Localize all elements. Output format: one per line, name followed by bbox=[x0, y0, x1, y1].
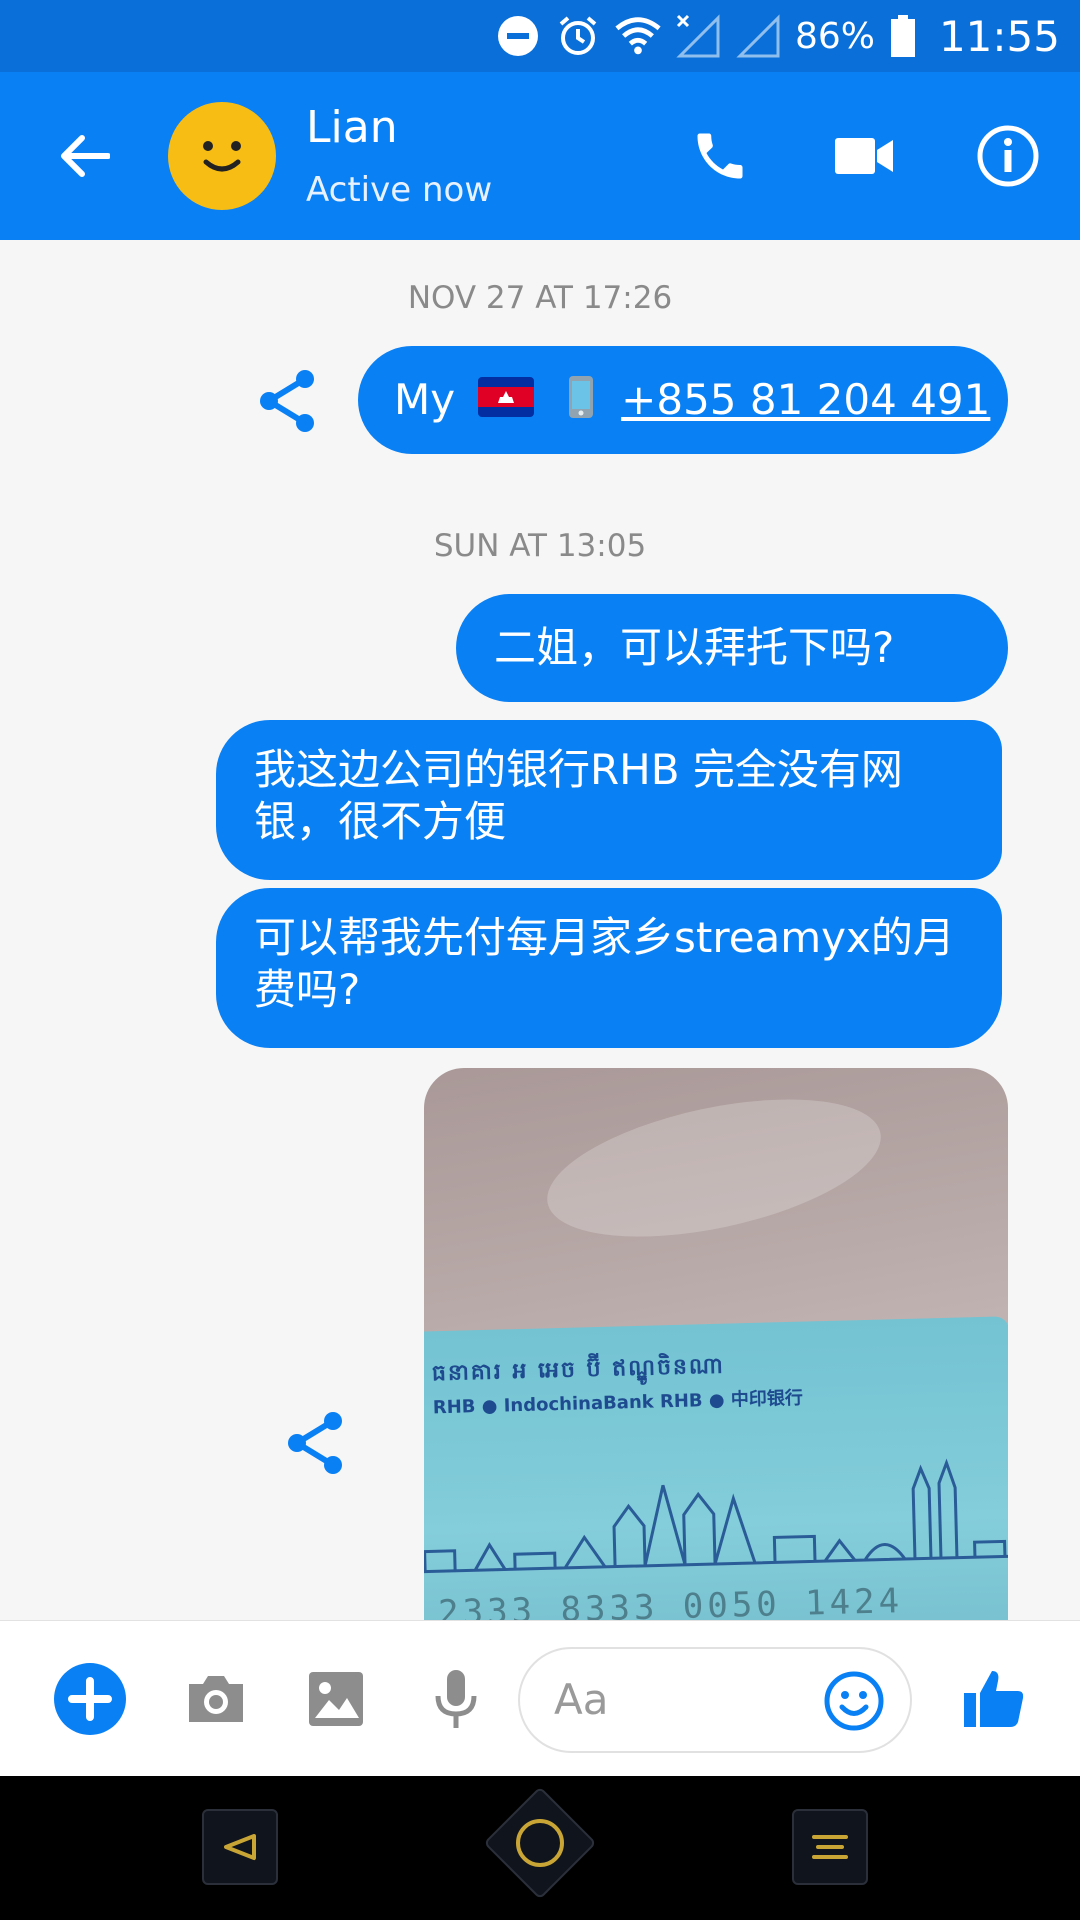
do-not-disturb-icon bbox=[495, 13, 541, 59]
timestamp: NOV 27 AT 17:26 bbox=[407, 280, 673, 316]
info-icon bbox=[977, 125, 1039, 187]
mobile-phone-icon bbox=[568, 375, 594, 431]
gallery-icon bbox=[309, 1672, 363, 1726]
smiley-face-icon bbox=[203, 141, 241, 172]
conversation-header: Lian Active now bbox=[0, 72, 1080, 240]
message-bubble[interactable]: 我这边公司的银行RHB 完全没有网银，很不方便 bbox=[216, 720, 1002, 880]
avatar[interactable] bbox=[168, 102, 276, 210]
back-arrow-icon bbox=[61, 135, 110, 177]
message-bubble[interactable]: My +855 81 204 491 bbox=[358, 346, 1008, 454]
thumbs-up-icon bbox=[964, 1671, 1024, 1727]
share-button[interactable] bbox=[280, 1408, 350, 1478]
menu-lines-icon bbox=[812, 1835, 848, 1859]
info-button[interactable] bbox=[966, 114, 1050, 198]
camera-icon bbox=[189, 1676, 243, 1722]
clock: 11:55 bbox=[938, 11, 1060, 61]
signal-x-icon bbox=[675, 13, 721, 59]
alarm-icon bbox=[555, 13, 601, 59]
camera-button[interactable] bbox=[178, 1661, 254, 1737]
battery-percent: 86% bbox=[794, 15, 875, 57]
photo-message[interactable]: ធនាគារ អ អេច ប៊ី ឥណ្ឌូចិនណា RHB ● Indoch… bbox=[424, 1068, 1008, 1620]
voice-call-button[interactable] bbox=[678, 114, 762, 198]
message-text: 二姐，可以拜托下吗? bbox=[494, 623, 895, 672]
microphone-button[interactable] bbox=[418, 1661, 494, 1737]
microphone-icon bbox=[435, 1670, 477, 1728]
like-button[interactable] bbox=[956, 1661, 1032, 1737]
video-icon bbox=[835, 138, 893, 174]
message-text: 可以帮我先付每月家乡streamyx的月费吗? bbox=[254, 913, 955, 1014]
card-number: 2333 8333 0050 1424 bbox=[437, 1581, 904, 1620]
nav-back-button[interactable] bbox=[202, 1809, 278, 1885]
signal-icon bbox=[735, 13, 781, 59]
contact-status: Active now bbox=[306, 170, 493, 210]
gallery-button[interactable] bbox=[298, 1661, 374, 1737]
nav-recents-button[interactable] bbox=[792, 1809, 868, 1885]
message-input[interactable]: Aa bbox=[518, 1647, 912, 1753]
message-input-placeholder: Aa bbox=[554, 1675, 609, 1724]
share-icon bbox=[260, 370, 314, 432]
back-button[interactable] bbox=[44, 116, 124, 196]
share-icon bbox=[288, 1412, 342, 1474]
phone-icon bbox=[697, 133, 743, 179]
message-bubble[interactable]: 可以帮我先付每月家乡streamyx的月费吗? bbox=[216, 888, 1002, 1048]
emoji-icon bbox=[824, 1671, 884, 1731]
contact-name[interactable]: Lian bbox=[306, 102, 398, 153]
photo-background bbox=[535, 1073, 893, 1263]
status-bar: 86% 11:55 bbox=[0, 0, 1080, 72]
triangle-back-icon bbox=[224, 1834, 256, 1860]
home-circle-icon bbox=[516, 1819, 564, 1867]
message-composer: Aa bbox=[0, 1620, 1080, 1776]
video-call-button[interactable] bbox=[822, 114, 906, 198]
emoji-button[interactable] bbox=[816, 1663, 892, 1739]
skyline-illustration bbox=[424, 1458, 1008, 1574]
phone-number-link[interactable]: +855 81 204 491 bbox=[621, 375, 990, 424]
message-bubble[interactable]: 二姐，可以拜托下吗? bbox=[456, 594, 1008, 702]
card-bank-name-khmer: ធនាគារ អ អេច ប៊ី ឥណ្ឌូចិនណា bbox=[431, 1353, 726, 1387]
wifi-icon bbox=[615, 13, 661, 59]
share-button[interactable] bbox=[252, 366, 322, 436]
battery-icon bbox=[889, 13, 917, 59]
system-navigation-bar bbox=[0, 1776, 1080, 1920]
add-button[interactable] bbox=[52, 1661, 128, 1737]
cambodia-flag-icon bbox=[478, 376, 535, 429]
message-list[interactable]: NOV 27 AT 17:26 My +855 81 204 491 SUN A… bbox=[0, 240, 1080, 1620]
message-text: 我这边公司的银行RHB 完全没有网银，很不方便 bbox=[254, 745, 903, 846]
add-icon bbox=[54, 1663, 126, 1735]
message-prefix: My bbox=[394, 375, 456, 424]
timestamp: SUN AT 13:05 bbox=[433, 528, 647, 564]
bank-card-image: ធនាគារ អ អេច ប៊ី ឥណ្ឌូចិនណា RHB ● Indoch… bbox=[424, 1316, 1008, 1620]
